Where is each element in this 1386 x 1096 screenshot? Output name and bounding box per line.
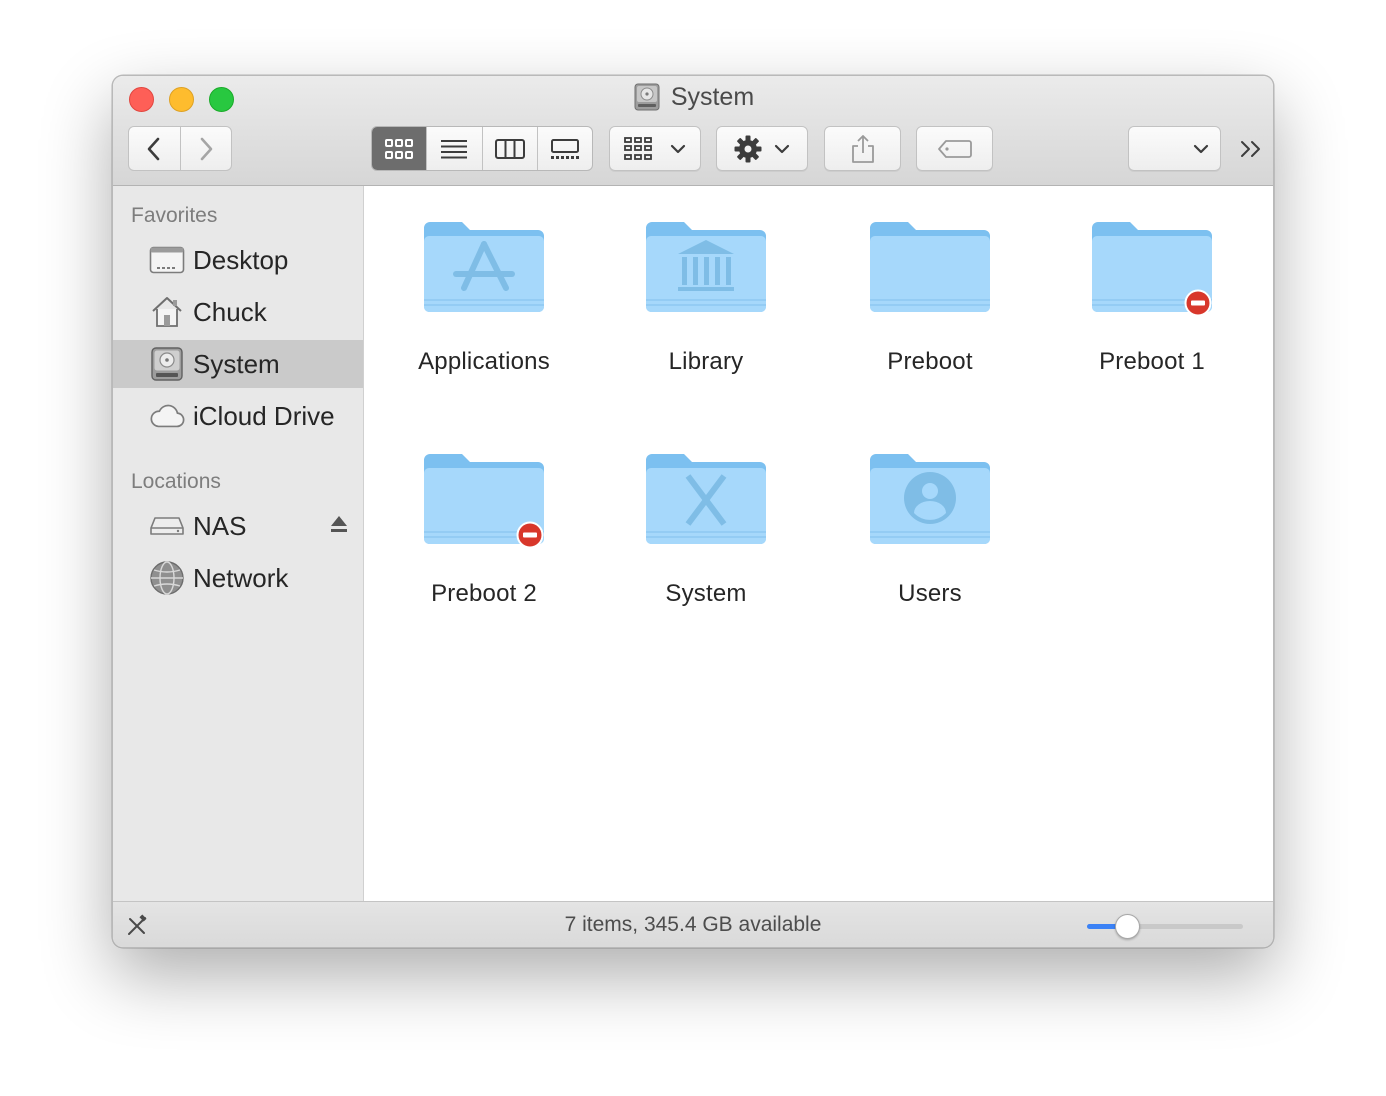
tag-button[interactable]	[916, 126, 993, 171]
users-folder-icon	[868, 448, 992, 548]
file-item-label: Library	[668, 348, 744, 375]
finder-window: System Favorites Desktop Chuck System iC…	[112, 75, 1274, 948]
sidebar-item-desktop[interactable]: Desktop	[113, 236, 363, 284]
chevron-down-icon	[670, 144, 686, 153]
file-item-label: Preboot 1	[1099, 348, 1205, 375]
chevron-left-icon	[148, 137, 160, 160]
gallery-view-icon	[550, 138, 579, 159]
folder-no-access-icon	[1090, 216, 1214, 317]
folder-icon	[868, 216, 992, 316]
icon-size-slider-knob[interactable]	[1115, 914, 1141, 939]
sidebar-item-nas[interactable]: NAS	[113, 502, 363, 550]
window-title-text: System	[670, 82, 755, 111]
view-mode-control	[371, 126, 593, 171]
desktop-icon	[149, 242, 185, 278]
file-item-library[interactable]: Library	[606, 216, 806, 376]
list-view-icon	[441, 139, 468, 158]
eject-button[interactable]	[329, 514, 349, 541]
status-bar: 7 items, 345.4 GB available	[113, 901, 1273, 947]
sidebar-item-label: Network	[193, 562, 289, 593]
file-item-preboot[interactable]: Preboot	[830, 216, 1030, 376]
file-item-applications[interactable]: Applications	[384, 216, 584, 376]
sidebar-item-label: System	[193, 348, 280, 379]
navigation-buttons	[128, 126, 232, 171]
file-item-label: Applications	[418, 348, 550, 375]
folder-no-access-icon	[422, 448, 546, 549]
share-icon	[851, 134, 874, 163]
group-by-button[interactable]	[609, 126, 701, 171]
back-button[interactable]	[129, 127, 180, 170]
window-title: System	[113, 82, 1273, 116]
share-button[interactable]	[824, 126, 901, 171]
title-bar: System	[113, 76, 1273, 186]
file-item-label: Preboot 2	[431, 580, 537, 607]
file-browser-content: Applications Library Preboot Preboot 1 P…	[364, 186, 1273, 901]
file-item-label: Users	[898, 580, 962, 607]
file-item-preboot-1[interactable]: Preboot 1	[1052, 216, 1252, 376]
home-icon	[149, 294, 185, 330]
file-item-users[interactable]: Users	[830, 448, 1030, 608]
column-view-icon	[494, 138, 525, 159]
chevron-down-icon	[774, 144, 790, 153]
file-item-label: System	[665, 580, 747, 607]
sidebar-item-icloud-drive[interactable]: iCloud Drive	[113, 392, 363, 440]
sidebar-item-label: Chuck	[193, 296, 267, 327]
sidebar: Favorites Desktop Chuck System iCloud Dr…	[113, 186, 364, 901]
hard-drive-icon	[634, 83, 660, 111]
forward-button[interactable]	[179, 127, 231, 170]
cloud-icon	[149, 398, 185, 434]
icon-view-button[interactable]	[372, 127, 427, 170]
no-access-badge-icon	[1184, 289, 1212, 317]
hard-drive-icon	[149, 346, 185, 382]
icon-view-icon	[385, 138, 414, 159]
sort-dropdown[interactable]	[1128, 126, 1221, 171]
sidebar-item-system[interactable]: System	[113, 340, 363, 388]
file-item-label: Preboot	[887, 348, 973, 375]
sidebar-item-chuck[interactable]: Chuck	[113, 288, 363, 336]
action-menu-button[interactable]	[716, 126, 808, 171]
globe-icon	[149, 560, 185, 596]
sidebar-heading-favorites: Favorites	[131, 204, 218, 227]
chevron-right-icon	[200, 137, 213, 160]
file-item-preboot-2[interactable]: Preboot 2	[384, 448, 584, 608]
group-by-icon	[624, 136, 652, 160]
icon-size-slider[interactable]	[1087, 924, 1243, 929]
sidebar-item-label: NAS	[193, 510, 247, 541]
gallery-view-button[interactable]	[536, 127, 592, 170]
network-drive-icon	[149, 508, 185, 544]
tag-icon	[937, 139, 972, 158]
sidebar-heading-locations: Locations	[131, 470, 221, 493]
sidebar-item-network[interactable]: Network	[113, 554, 363, 602]
library-folder-icon	[644, 216, 768, 316]
no-access-badge-icon	[516, 521, 544, 549]
system-folder-icon	[644, 448, 768, 548]
double-chevron-right-icon	[1241, 141, 1260, 157]
eject-icon	[331, 516, 347, 532]
chevron-down-icon	[1193, 144, 1209, 153]
toolbar-overflow-button[interactable]	[1237, 134, 1267, 164]
column-view-button[interactable]	[481, 127, 537, 170]
list-view-button[interactable]	[426, 127, 481, 170]
sidebar-item-label: iCloud Drive	[193, 400, 335, 431]
sidebar-item-label: Desktop	[193, 244, 289, 275]
file-item-system[interactable]: System	[606, 448, 806, 608]
gear-icon	[734, 135, 762, 162]
applications-folder-icon	[422, 216, 546, 316]
